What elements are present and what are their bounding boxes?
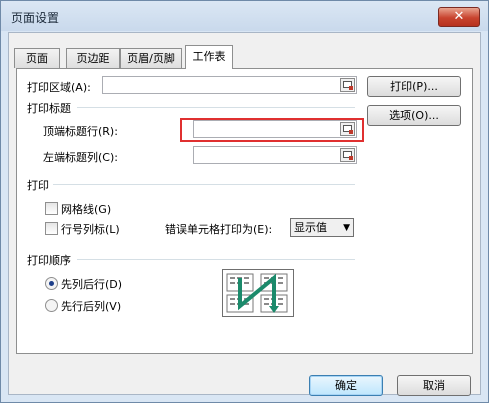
errors-label: 错误单元格打印为(E):: [165, 223, 273, 236]
row-col-headers-label: 行号列标(L): [61, 223, 120, 236]
print-area-field[interactable]: [102, 76, 357, 94]
divider: [77, 259, 355, 260]
row-col-headers-checkbox[interactable]: [45, 222, 58, 235]
options-button[interactable]: 选项(O)...: [367, 105, 461, 126]
tab-header-footer[interactable]: 页眉/页脚: [120, 48, 182, 68]
range-picker-icon[interactable]: [340, 78, 355, 92]
print-button[interactable]: 打印(P)...: [367, 76, 461, 97]
print-area-label: 打印区域(A):: [27, 81, 91, 94]
page-setup-dialog: 页面设置 ✕ 页面 页边距 页眉/页脚 工作表 打印区域(A): 打印标题 顶端…: [0, 0, 489, 403]
tab-sheet[interactable]: 工作表: [185, 45, 233, 69]
errors-select[interactable]: 显示值 ▼: [290, 218, 354, 237]
title-bar: 页面设置 ✕: [1, 1, 488, 31]
ok-button[interactable]: 确定: [309, 375, 383, 396]
top-rows-label: 顶端标题行(R):: [43, 125, 118, 138]
print-heading: 打印: [27, 179, 49, 192]
range-picker-icon[interactable]: [340, 148, 355, 162]
dialog-body: 页面 页边距 页眉/页脚 工作表 打印区域(A): 打印标题 顶端标题行(R):…: [8, 32, 481, 396]
over-then-down-radio[interactable]: [45, 299, 58, 312]
divider: [53, 184, 355, 185]
tab-page[interactable]: 页面: [14, 48, 60, 68]
dialog-title: 页面设置: [11, 11, 60, 25]
close-button[interactable]: ✕: [438, 7, 480, 27]
down-then-over-radio[interactable]: [45, 277, 58, 290]
gridlines-label: 网格线(G): [61, 203, 112, 216]
close-icon: ✕: [453, 9, 465, 24]
tab-margins[interactable]: 页边距: [66, 48, 120, 68]
cancel-button[interactable]: 取消: [397, 375, 471, 396]
page-order-heading: 打印顺序: [27, 254, 71, 267]
dropdown-arrow-icon: ▼: [343, 223, 350, 233]
highlight-box: [180, 118, 364, 142]
over-then-down-label: 先行后列(V): [61, 300, 122, 313]
down-then-over-label: 先列后行(D): [61, 278, 123, 291]
page-order-preview-icon: [222, 269, 294, 317]
left-cols-field[interactable]: [193, 146, 357, 164]
print-titles-heading: 打印标题: [27, 102, 71, 115]
divider: [77, 107, 355, 108]
left-cols-label: 左端标题列(C):: [43, 151, 118, 164]
gridlines-checkbox[interactable]: [45, 202, 58, 215]
